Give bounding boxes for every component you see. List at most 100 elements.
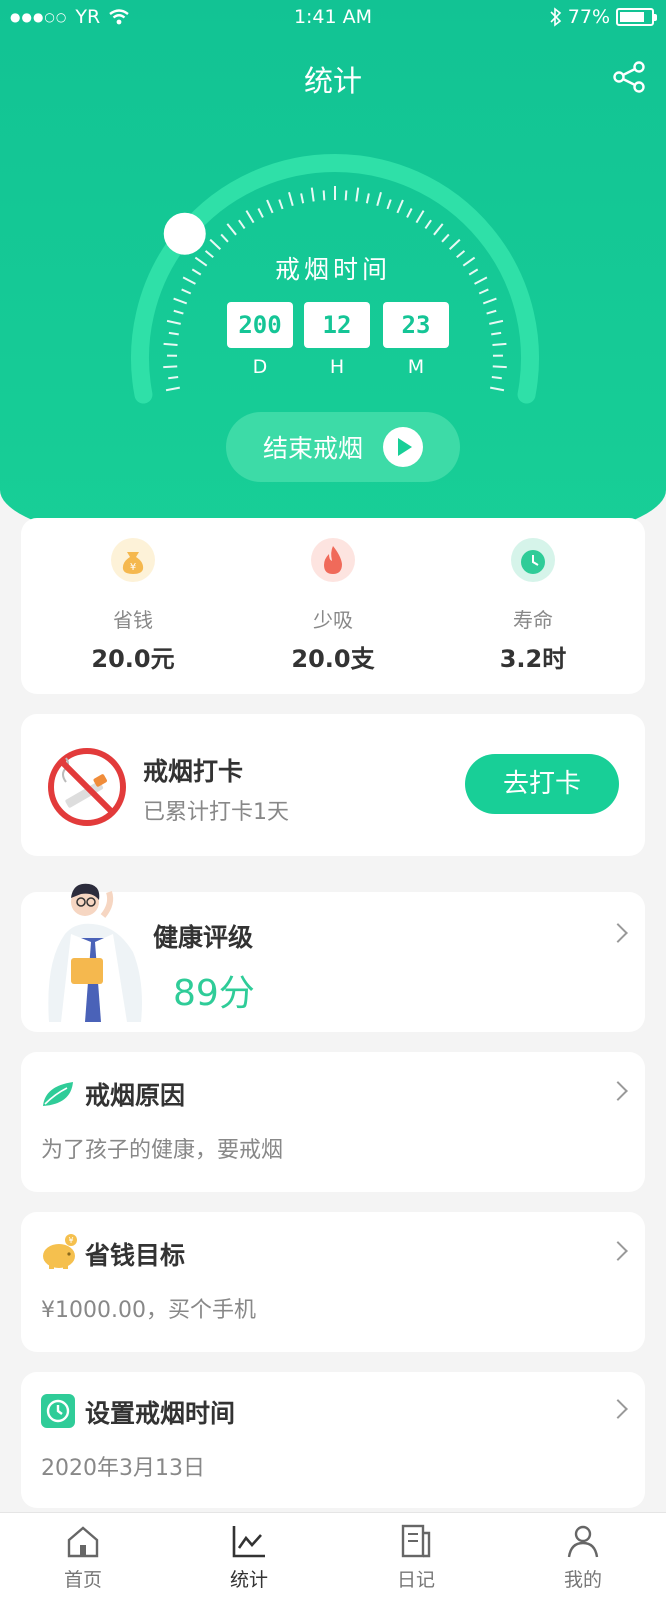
battery-percent: 77%: [567, 6, 610, 28]
saving-goal-card[interactable]: ¥ 省钱目标 ¥1000.00，买个手机: [21, 1212, 645, 1352]
gauge-tick: [163, 365, 178, 369]
tab-mine[interactable]: 我的: [523, 1523, 643, 1592]
no-smoking-icon: [48, 748, 126, 826]
gauge-tick: [492, 342, 507, 347]
gauge-tick: [490, 386, 505, 392]
piggy-bank-icon: ¥: [43, 1234, 77, 1269]
gauge-tick: [226, 223, 237, 236]
stat-money-label: 省钱: [113, 608, 153, 632]
bluetooth-icon: [550, 7, 561, 27]
gauge-tick: [310, 187, 315, 202]
gauge-tick: [396, 199, 404, 214]
tab-stats[interactable]: 统计: [189, 1523, 309, 1592]
gauge-tick: [181, 288, 192, 295]
money-bag-icon: ¥: [111, 538, 155, 582]
checkin-button[interactable]: 去打卡: [465, 754, 619, 814]
stat-money-value: 20.0元: [91, 645, 175, 673]
gauge-tick: [288, 191, 294, 207]
chevron-right-icon: [608, 1399, 628, 1419]
gauge-tick: [173, 297, 188, 305]
chevron-right-icon: [608, 1081, 628, 1101]
gauge-tick: [344, 190, 348, 201]
days-unit: D: [252, 356, 268, 378]
svg-text:¥: ¥: [130, 562, 136, 573]
days-box: 200: [227, 302, 293, 348]
tab-home[interactable]: 首页: [23, 1523, 143, 1592]
reason-card[interactable]: 戒烟原因 为了孩子的健康，要戒烟: [21, 1052, 645, 1192]
quit-time-title: 设置戒烟时间: [85, 1399, 236, 1428]
flame-icon: [311, 538, 355, 582]
tab-bar: 首页 统计 日记 我的: [0, 1512, 666, 1600]
gauge-tick: [376, 191, 382, 207]
battery-icon: [616, 8, 657, 26]
gauge-tick: [163, 342, 178, 347]
stat-money: ¥ 省钱 20.0元: [33, 538, 233, 674]
quit-time-card[interactable]: 设置戒烟时间 2020年3月13日: [21, 1372, 645, 1508]
checkin-card: 戒烟打卡 已累计打卡1天 去打卡: [21, 714, 645, 856]
share-icon[interactable]: [612, 60, 646, 94]
stat-life-value: 3.2时: [499, 645, 567, 673]
gauge-tick: [441, 233, 450, 243]
gauge-knob[interactable]: [163, 212, 206, 255]
saving-goal-text: ¥1000.00，买个手机: [41, 1298, 256, 1323]
hours-unit: H: [329, 356, 345, 378]
gauge-tick: [491, 331, 502, 336]
reason-text: 为了孩子的健康，要戒烟: [41, 1138, 284, 1163]
gauge-tick: [166, 319, 181, 325]
health-title: 健康评级: [153, 923, 254, 952]
hours-box: 12: [304, 302, 370, 348]
checkin-subtitle: 已累计打卡1天: [143, 800, 289, 825]
stats-card: ¥ 省钱 20.0元 少吸 20.0支 寿命 3.2时: [21, 518, 645, 694]
gauge-tick: [448, 238, 461, 251]
minutes-unit: M: [407, 356, 425, 378]
gauge-tick: [415, 210, 425, 224]
chart-icon: [232, 1526, 265, 1558]
gauge-tick: [491, 376, 502, 380]
play-icon: [383, 427, 423, 467]
gauge-tick: [478, 288, 489, 295]
gauge-tick: [322, 190, 326, 201]
chevron-right-icon: [608, 923, 628, 943]
minutes-box: 23: [383, 302, 449, 348]
gauge-tick: [406, 208, 413, 218]
gauge-tick: [424, 219, 432, 229]
gauge-tick: [386, 199, 392, 210]
svg-text:¥: ¥: [68, 1236, 73, 1245]
quit-time-text: 2020年3月13日: [41, 1456, 205, 1481]
leaf-icon: [43, 1082, 73, 1106]
gauge-tick: [173, 309, 184, 315]
end-quit-button[interactable]: 结束戒烟: [226, 412, 460, 482]
gauge-tick: [257, 208, 264, 218]
health-score: 89分: [173, 973, 255, 1014]
gauge-tick: [482, 297, 497, 305]
tab-stats-label: 统计: [229, 1569, 268, 1591]
health-card[interactable]: 健康评级 89分: [21, 883, 645, 1032]
gauge-tick: [355, 187, 360, 202]
gauge-tick: [489, 319, 504, 325]
clock-icon: [41, 1394, 75, 1428]
clock-icon: [511, 538, 555, 582]
stat-life-label: 寿命: [513, 608, 553, 632]
gauge-tick: [300, 193, 305, 204]
tab-diary[interactable]: 日记: [356, 1523, 476, 1592]
gauge-tick: [209, 238, 222, 251]
profile-icon: [567, 1525, 599, 1558]
timer-gauge: [131, 154, 539, 404]
gauge-tick: [238, 219, 246, 229]
stat-cigarettes: 少吸 20.0支: [233, 538, 433, 674]
gauge-tick: [278, 199, 284, 210]
gauge-tick: [433, 223, 444, 236]
home-icon: [67, 1526, 99, 1558]
checkin-title: 戒烟打卡: [143, 757, 244, 786]
header-banner: ●●●○○ YR 1:41 AM 77% 统计 戒烟时间 200 12 23 D…: [0, 0, 666, 560]
gauge-tick: [492, 365, 507, 369]
diary-icon: [401, 1524, 431, 1558]
timer-label: 戒烟时间: [274, 255, 391, 284]
page-title: 统计: [303, 64, 362, 98]
gauge-tick: [266, 199, 274, 214]
reason-title: 戒烟原因: [85, 1081, 186, 1110]
stat-cigarettes-label: 少吸: [313, 608, 353, 632]
end-quit-label: 结束戒烟: [262, 434, 363, 463]
stat-cigarettes-value: 20.0支: [291, 645, 375, 673]
chevron-right-icon: [608, 1241, 628, 1261]
